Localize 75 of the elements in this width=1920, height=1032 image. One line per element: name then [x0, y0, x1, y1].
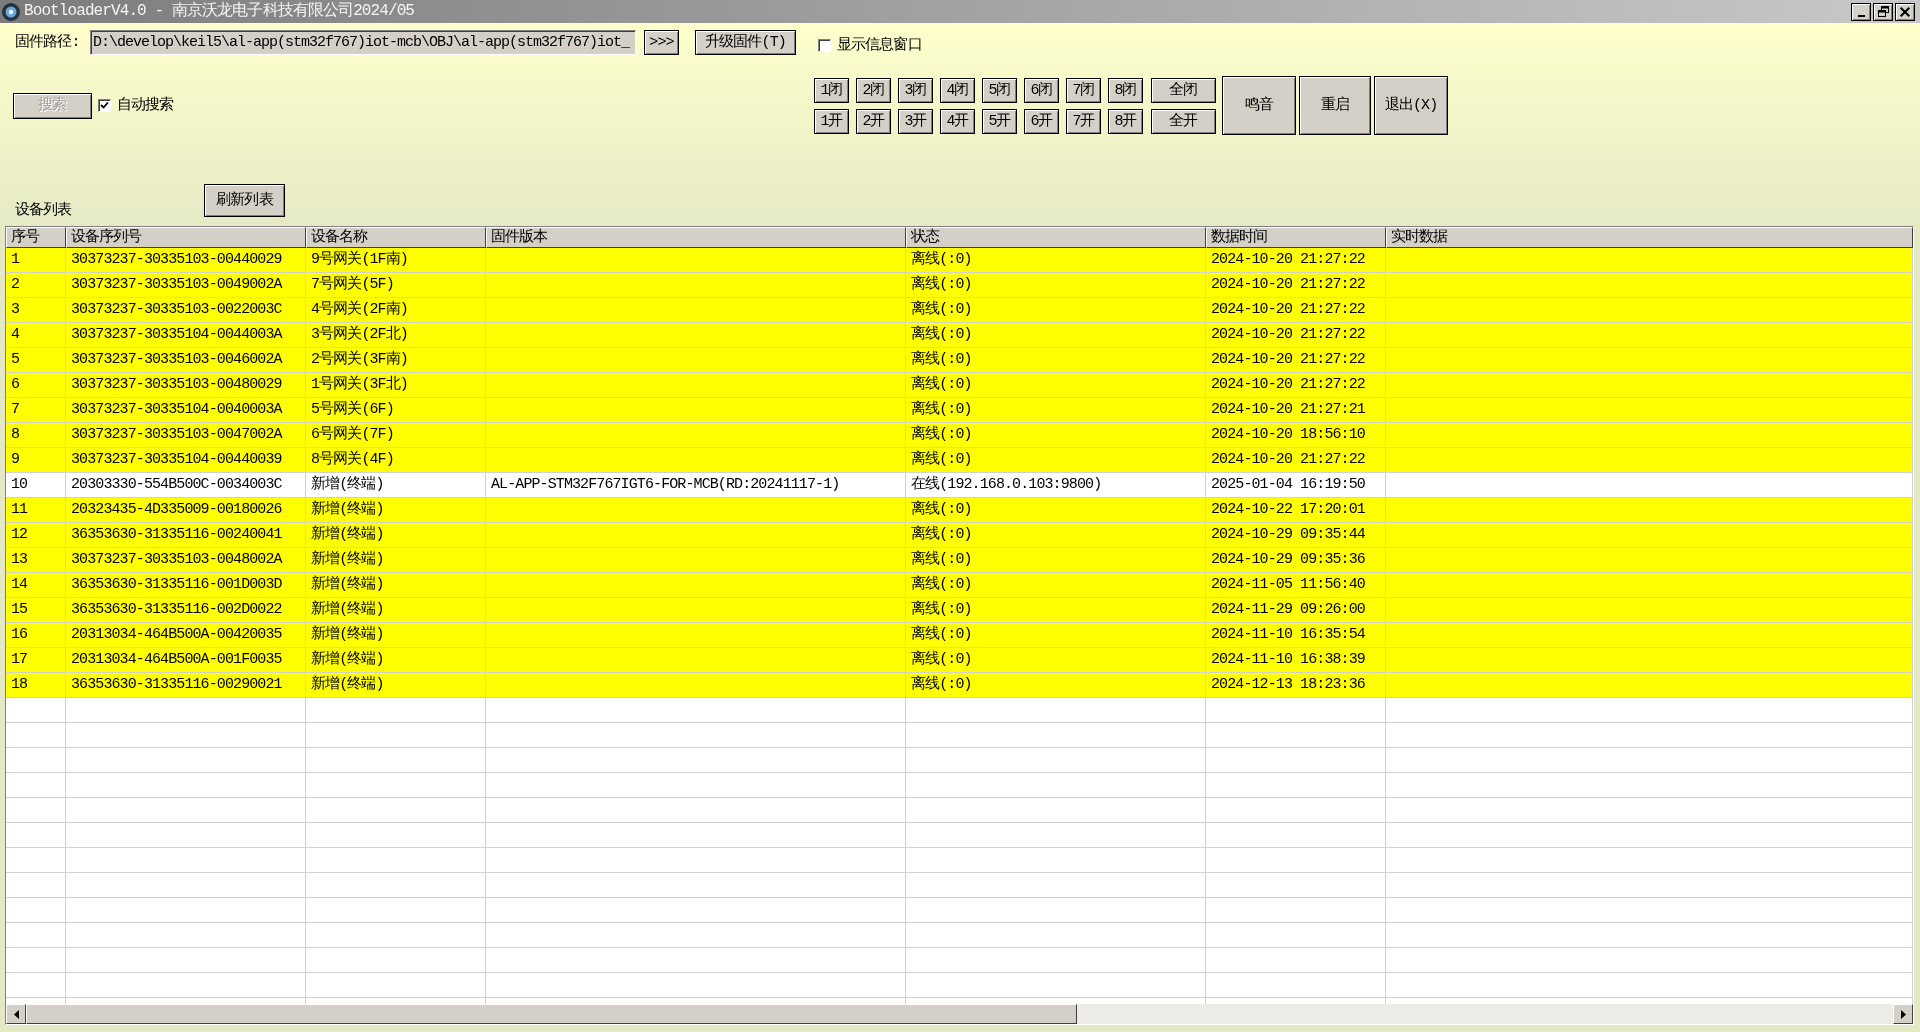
scrollbar-thumb[interactable]: [26, 1004, 1077, 1024]
upgrade-firmware-button[interactable]: 升级固件(T): [695, 30, 796, 55]
column-header[interactable]: 固件版本: [486, 227, 906, 248]
field-label: 固件路径:: [15, 33, 81, 52]
table-row[interactable]: 15 36353630-31335116-002D0022 新增(终端) 离线(:0) 2024-11-29 09:26:00: [6, 598, 1913, 623]
table-row[interactable]: 10 20303330-554B500C-0034003C 新增(终端) AL-APP-STM32F767IGT6-FOR-MCB(RD:20241117-1) 在线(192.168.0.103:9800) 2025-01-04 16:19:50: [6, 473, 1913, 498]
column-header[interactable]: 序号: [6, 227, 66, 248]
firmware-path-field[interactable]: D:\develop\keil5\al-app(stm32f767)iot-mcb\OBJ\al-app(stm32f767)iot_: [90, 30, 636, 55]
ring-icon: [2, 2, 20, 21]
table-row[interactable]: 13 30373237-30335103-0048002A 新增(终端) 离线(:0) 2024-10-29 09:35:36: [6, 548, 1913, 573]
column-header[interactable]: 实时数据: [1386, 227, 1913, 248]
window-title: BootloaderV4.0 - 南京沃龙电子科技有限公司2024/05: [24, 1, 415, 22]
table-row[interactable]: 7 30373237-30335104-0040003A 5号网关(6F) 离线(:0) 2024-10-20 21:27:21: [6, 398, 1913, 423]
relay-close-button[interactable]: 7闭: [1066, 77, 1101, 103]
restore-button[interactable]: [1873, 2, 1893, 21]
table-row[interactable]: 18 36353630-31335116-00290021 新增(终端) 离线(:0) 2024-12-13 18:23:36: [6, 673, 1913, 698]
table-row[interactable]: 9 30373237-30335104-00440039 8号网关(4F) 离线(:0) 2024-10-20 21:27:22: [6, 448, 1913, 473]
section-label: 设备列表: [15, 202, 73, 220]
column-header[interactable]: 设备名称: [306, 227, 486, 248]
relay-open-button[interactable]: 1开: [814, 108, 849, 134]
table-row[interactable]: 6 30373237-30335103-00480029 1号网关(3F北) 离线(:0) 2024-10-20 21:27:22: [6, 373, 1913, 398]
restart-button[interactable]: 重启: [1299, 76, 1371, 135]
checkbox-label: 显示信息窗口: [837, 36, 922, 55]
table-row[interactable]: 4 30373237-30335104-0044003A 3号网关(2F北) 离线(:0) 2024-10-20 21:27:22: [6, 323, 1913, 348]
relay-open-button[interactable]: 4开: [940, 108, 975, 134]
close-all-button[interactable]: 全闭: [1151, 77, 1216, 103]
column-header[interactable]: 数据时间: [1206, 227, 1386, 248]
table-cell: 18: [6, 673, 66, 698]
table-row[interactable]: 2 30373237-30335103-0049002A 7号网关(5F) 离线(:0) 2024-10-20 21:27:22: [6, 273, 1913, 298]
table-row[interactable]: 11 20323435-4D335009-00180026 新增(终端) 离线(:0) 2024-10-22 17:20:01: [6, 498, 1913, 523]
relay-open-button[interactable]: 2开: [856, 108, 891, 134]
table-cell: 新增(终端): [306, 673, 486, 698]
relay-close-button[interactable]: 8闭: [1108, 77, 1143, 103]
relay-open-button[interactable]: 7开: [1066, 108, 1101, 134]
checkbox[interactable]: [98, 99, 111, 112]
relay-close-button[interactable]: 3闭: [898, 77, 933, 103]
table-row[interactable]: 12 36353630-31335116-00240041 新增(终端) 离线(:0) 2024-10-29 09:35:44: [6, 523, 1913, 548]
table-cell: 2024-12-13 18:23:36: [1206, 673, 1386, 698]
table-cell: 36353630-31335116-00290021: [66, 673, 306, 698]
column-header[interactable]: 设备序列号: [66, 227, 306, 248]
relay-close-button[interactable]: 4闭: [940, 77, 975, 103]
exit-button[interactable]: 退出(X): [1374, 76, 1448, 135]
table-row[interactable]: 5 30373237-30335103-0046002A 2号网关(3F南) 离线(:0) 2024-10-20 21:27:22: [6, 348, 1913, 373]
scroll-right-button[interactable]: [1893, 1004, 1913, 1024]
table-row[interactable]: 1 30373237-30335103-00440029 9号网关(1F南) 离线(:0) 2024-10-20 21:27:22: [6, 248, 1913, 273]
open-all-button[interactable]: 全开: [1151, 108, 1216, 134]
relay-close-button[interactable]: 6闭: [1024, 77, 1059, 103]
relay-open-button[interactable]: 8开: [1108, 108, 1143, 134]
right-arrow-icon: [1900, 1009, 1906, 1019]
table-cell: 离线(:0): [906, 673, 1206, 698]
relay-open-button[interactable]: 6开: [1024, 108, 1059, 134]
minimize-icon: [1857, 15, 1865, 17]
table-row[interactable]: 3 30373237-30335103-0022003C 4号网关(2F南) 离线(:0) 2024-10-20 21:27:22: [6, 298, 1913, 323]
close-icon: [1900, 6, 1910, 17]
checkbox[interactable]: [818, 39, 831, 52]
browse-button[interactable]: >>>: [644, 30, 679, 55]
checkbox-label: 自动搜索: [117, 96, 174, 115]
minimize-button[interactable]: [1851, 2, 1871, 21]
relay-close-button[interactable]: 5闭: [982, 77, 1017, 103]
table-row[interactable]: 14 36353630-31335116-001D003D 新增(终端) 离线(:0) 2024-11-05 11:56:40: [6, 573, 1913, 598]
column-header[interactable]: 状态: [906, 227, 1206, 248]
relay-open-button[interactable]: 3开: [898, 108, 933, 134]
table-row[interactable]: 17 20313034-464B500A-001F0035 新增(终端) 离线(:0) 2024-11-10 16:38:39: [6, 648, 1913, 673]
refresh-list-button[interactable]: 刷新列表: [204, 184, 285, 217]
relay-close-button[interactable]: 1闭: [814, 77, 849, 103]
beep-button[interactable]: 鸣音: [1222, 76, 1296, 135]
close-button[interactable]: [1895, 2, 1915, 21]
scroll-left-button[interactable]: [6, 1004, 26, 1024]
horizontal-scrollbar[interactable]: [6, 1004, 1913, 1024]
relay-open-button[interactable]: 5开: [982, 108, 1017, 134]
table-row[interactable]: 8 30373237-30335103-0047002A 6号网关(7F) 离线(:0) 2024-10-20 18:56:10: [6, 423, 1913, 448]
table-row[interactable]: 16 20313034-464B500A-00420035 新增(终端) 离线(:0) 2024-11-10 16:35:54: [6, 623, 1913, 648]
restore-icon: [1877, 6, 1889, 17]
left-arrow-icon: [13, 1009, 19, 1019]
relay-close-button[interactable]: 2闭: [856, 77, 891, 103]
